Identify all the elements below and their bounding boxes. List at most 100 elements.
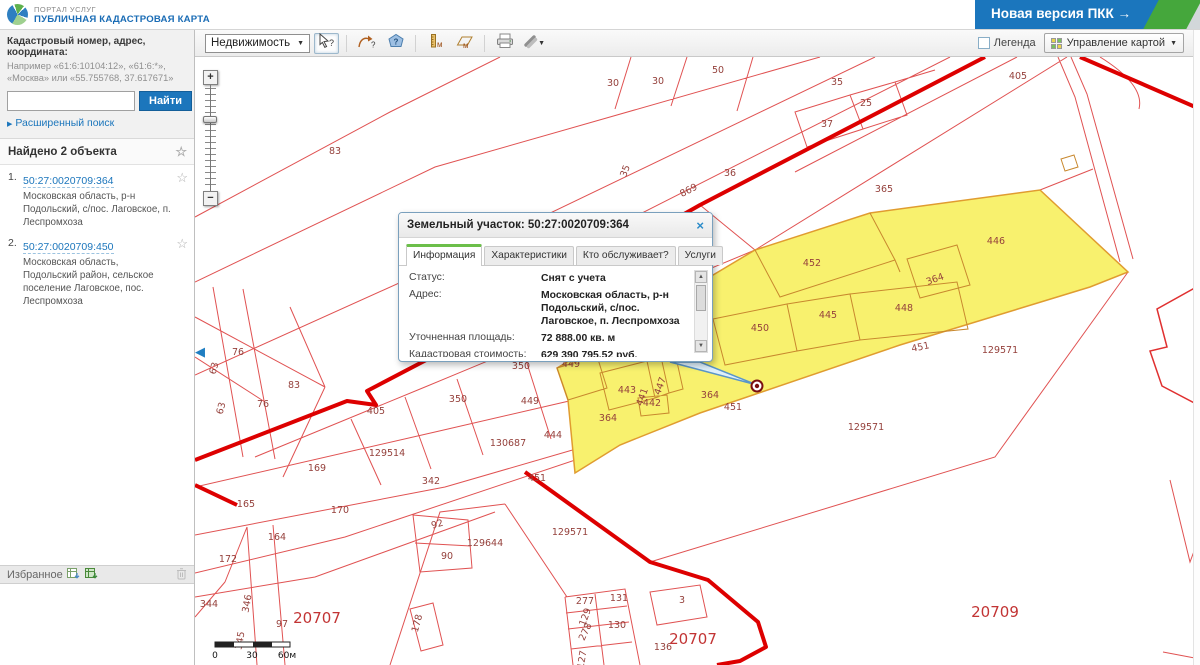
result-link[interactable]: 50:27:0020709:364 [23, 175, 114, 188]
find-button[interactable]: Найти [139, 91, 192, 111]
new-version-button[interactable]: Новая версия ПКК → [991, 6, 1131, 21]
chevron-down-icon: ▼ [538, 40, 545, 47]
parcel-label: 445 [819, 310, 837, 321]
parcel-label: 451 [528, 473, 546, 484]
parcel-label: 405 [1009, 71, 1027, 82]
parcel-label: 35 [618, 164, 632, 179]
favorites-label: Избранное [7, 569, 63, 581]
toolbar-separator [346, 35, 347, 52]
tab-services[interactable]: Услуги [678, 246, 723, 265]
parcel-label: 350 [449, 394, 467, 405]
area-identify-button[interactable]: ? [383, 33, 408, 54]
parcel-label: 365 [875, 184, 893, 195]
parcel-label: 129571 [982, 345, 1018, 356]
parcel-label: 36 [724, 168, 736, 179]
chevron-down-icon: ▼ [297, 40, 304, 47]
zoom-slider-rail[interactable] [205, 88, 216, 188]
parcel-label: 446 [987, 236, 1005, 247]
svg-text:м: м [463, 41, 469, 49]
parcel-label: 127 [576, 650, 590, 665]
scrollbar-thumb[interactable] [696, 285, 706, 311]
route-identify-button[interactable]: ? [354, 33, 379, 54]
tab-characteristics[interactable]: Характеристики [484, 246, 574, 265]
parcel-label: 450 [751, 323, 769, 334]
result-link[interactable]: 50:27:0020709:450 [23, 241, 114, 254]
list-item[interactable]: 1. 50:27:0020709:364 Московская область,… [0, 165, 194, 231]
sidebar: Кадастровый номер, адрес, координата: На… [0, 30, 195, 665]
advanced-search-link[interactable]: ▶Расширенный поиск [7, 117, 187, 129]
parcel-label: 350 [512, 361, 530, 372]
results-header: Найдено 2 объекта ☆ [0, 139, 194, 165]
zoom-out-button[interactable]: − [203, 191, 218, 206]
scale-bar: 0 30 60м [212, 642, 296, 661]
parcel-label: 449 [521, 396, 539, 407]
field-value: Снят с учета [541, 272, 690, 285]
ruler-length-icon: м [427, 33, 445, 54]
star-icon[interactable]: ☆ [176, 171, 188, 184]
parcel-label: 83 [288, 380, 300, 391]
identify-tool-button[interactable]: ? [314, 33, 339, 54]
field-value: Московская область, р-н Подольский, с/по… [541, 289, 690, 328]
field-label: Статус: [409, 272, 541, 285]
legend-checkbox[interactable] [978, 37, 990, 49]
tab-information[interactable]: Информация [406, 244, 482, 266]
parcel-label: 30 [607, 78, 619, 89]
parcel-label: 76 [232, 347, 244, 358]
legend-toggle[interactable]: Легенда [978, 37, 1036, 49]
parcel-label: 35 [831, 77, 843, 88]
parcel-label: 131 [610, 593, 628, 604]
page-right-strip [1193, 30, 1200, 665]
export-excel-icon[interactable] [67, 567, 81, 583]
trash-icon[interactable] [176, 567, 187, 583]
logo-line1: ПОРТАЛ УСЛУГ [34, 5, 210, 14]
chevron-down-icon: ▼ [1170, 40, 1177, 47]
sidebar-collapse-arrow[interactable]: ◀ [195, 344, 205, 360]
parcel-label: 30 [652, 76, 664, 87]
layer-type-dropdown[interactable]: Недвижимость ▼ [205, 34, 310, 53]
parcel-label: 76 [257, 399, 269, 410]
popup-scrollbar[interactable]: ▲ ▼ [694, 270, 708, 353]
parcel-label: 129571 [848, 422, 884, 433]
printer-icon [495, 33, 515, 54]
close-icon[interactable]: × [696, 218, 704, 233]
polygon-question-icon: ? [386, 33, 406, 54]
zoom-in-button[interactable]: + [203, 70, 218, 85]
parcel-label: 443 [618, 385, 636, 396]
map-control-dropdown[interactable]: Управление картой ▼ [1044, 33, 1184, 53]
popup-title: Земельный участок: 50:27:0020709:364 [407, 219, 629, 231]
popup-header[interactable]: Земельный участок: 50:27:0020709:364 × [399, 213, 712, 238]
legend-label: Легенда [994, 37, 1036, 49]
parcel-label: 37 [821, 119, 833, 130]
new-version-banner[interactable]: Новая версия ПКК → [975, 0, 1200, 29]
tab-who-serves[interactable]: Кто обслуживает? [576, 246, 676, 265]
print-button[interactable] [492, 33, 517, 54]
logo-line2: ПУБЛИЧНАЯ КАДАСТРОВАЯ КАРТА [34, 14, 210, 25]
advanced-arrow-icon: ▶ [7, 121, 12, 128]
scroll-up-icon[interactable]: ▲ [695, 271, 707, 283]
export-excel-all-icon[interactable] [85, 567, 99, 583]
star-icon[interactable]: ☆ [176, 237, 188, 250]
measure-area-button[interactable]: м [452, 33, 477, 54]
parcel-label: 452 [803, 258, 821, 269]
measure-length-button[interactable]: м [423, 33, 448, 54]
toolbar-separator [415, 35, 416, 52]
parcel-label: 130687 [490, 438, 526, 449]
parcel-label: 97 [276, 619, 288, 630]
parcel-label: 405 [367, 406, 385, 417]
svg-text:30: 30 [246, 651, 258, 661]
portal-logo[interactable]: ПОРТАЛ УСЛУГ ПУБЛИЧНАЯ КАДАСТРОВАЯ КАРТА [7, 4, 210, 25]
parcel-label: 3 [679, 595, 685, 606]
zoom-slider-thumb[interactable] [203, 116, 217, 123]
search-input[interactable] [7, 91, 135, 111]
tools-menu-button[interactable]: ▼ [521, 33, 546, 54]
field-value: 629 390 795.52 руб. [541, 349, 690, 357]
result-number: 1. [8, 171, 23, 229]
map-marker[interactable] [752, 381, 763, 392]
scroll-down-icon[interactable]: ▼ [695, 340, 707, 352]
star-icon[interactable]: ☆ [175, 145, 187, 158]
result-address: Московская область, р-н Подольский, с/по… [23, 191, 174, 229]
favorites-bar: Избранное [0, 565, 194, 584]
list-item[interactable]: 2. 50:27:0020709:450 Московская область,… [0, 231, 194, 310]
popup-tabs: Информация Характеристики Кто обслуживае… [399, 238, 712, 266]
field-label: Кадастровая стоимость: [409, 349, 541, 357]
